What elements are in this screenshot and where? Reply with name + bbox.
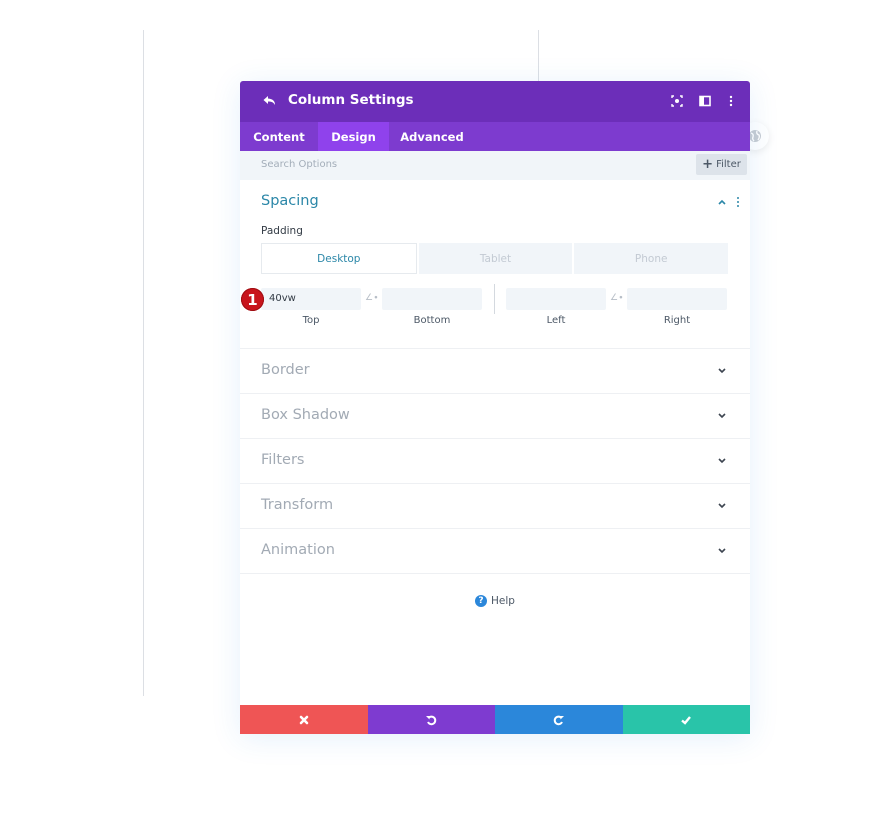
device-tabs: Desktop Tablet Phone <box>261 243 729 274</box>
globe-icon <box>749 130 761 142</box>
section-title: Filters <box>261 452 305 468</box>
back-arrow-icon[interactable] <box>262 93 278 109</box>
modal-title: Column Settings <box>288 92 414 108</box>
column-divider-line <box>538 30 539 82</box>
spacing-title[interactable]: Spacing <box>261 193 319 209</box>
padding-bottom-label: Bottom <box>413 315 451 326</box>
device-tab-tablet[interactable]: Tablet <box>418 243 573 274</box>
padding-left-input[interactable] <box>506 288 606 310</box>
help-icon: ? <box>475 595 487 607</box>
section-options-icon[interactable] <box>735 196 741 208</box>
chevron-down-icon <box>718 413 726 419</box>
tab-advanced[interactable]: Advanced <box>389 122 475 151</box>
padding-label: Padding <box>261 225 303 237</box>
chevron-up-icon[interactable] <box>717 197 727 207</box>
device-tab-phone[interactable]: Phone <box>574 243 729 274</box>
search-input[interactable]: Search Options <box>261 159 337 170</box>
section-box-shadow[interactable]: Box Shadow <box>240 394 750 439</box>
focus-icon[interactable] <box>670 94 684 108</box>
padding-bottom-input[interactable] <box>382 288 482 310</box>
chevron-down-icon <box>718 368 726 374</box>
field-divider <box>494 284 495 314</box>
undo-icon <box>426 715 437 725</box>
redo-button[interactable] <box>495 705 623 734</box>
help-label: Help <box>491 595 515 607</box>
close-icon <box>299 715 309 724</box>
discard-button[interactable] <box>240 705 368 734</box>
search-options-bar[interactable]: Search Options + Filter <box>240 151 750 180</box>
section-animation[interactable]: Animation <box>240 529 750 574</box>
device-tab-desktop[interactable]: Desktop <box>261 243 417 274</box>
padding-left-label: Left <box>546 315 566 326</box>
modal-header: Column Settings <box>240 81 750 122</box>
redo-icon <box>553 715 564 725</box>
modal-footer <box>240 705 750 734</box>
padding-top-label: Top <box>302 315 320 326</box>
section-border[interactable]: Border <box>240 349 750 394</box>
chevron-down-icon <box>718 548 726 554</box>
padding-right-input[interactable] <box>627 288 727 310</box>
filter-button[interactable]: + Filter <box>696 154 747 175</box>
link-values-icon[interactable]: ∠∙ <box>365 293 379 303</box>
section-title: Animation <box>261 542 335 558</box>
split-view-icon[interactable] <box>698 94 712 108</box>
link-values-icon[interactable]: ∠∙ <box>610 293 624 303</box>
settings-tabs: Content Design Advanced <box>240 122 750 151</box>
tab-design[interactable]: Design <box>318 122 389 151</box>
chevron-down-icon <box>718 458 726 464</box>
section-title: Border <box>261 362 310 378</box>
more-options-icon[interactable] <box>724 94 738 108</box>
column-settings-modal: Column Settings Content Design Advanced … <box>240 81 750 734</box>
plus-icon: + <box>702 157 714 172</box>
padding-top-input[interactable]: 40vw <box>261 288 361 310</box>
filter-label: Filter <box>716 159 741 170</box>
column-guide-line <box>143 30 144 696</box>
chevron-down-icon <box>718 503 726 509</box>
undo-button[interactable] <box>367 705 495 734</box>
section-title: Box Shadow <box>261 407 350 423</box>
spacing-section: Spacing Padding Desktop Tablet Phone 40v… <box>240 180 750 349</box>
check-icon <box>681 715 692 725</box>
padding-right-label: Right <box>663 315 691 326</box>
section-transform[interactable]: Transform <box>240 484 750 529</box>
tab-content[interactable]: Content <box>240 122 318 151</box>
step-badge: 1 <box>241 288 264 311</box>
help-link[interactable]: ? Help <box>475 595 515 607</box>
section-title: Transform <box>261 497 334 513</box>
section-filters[interactable]: Filters <box>240 439 750 484</box>
save-button[interactable] <box>622 705 750 734</box>
